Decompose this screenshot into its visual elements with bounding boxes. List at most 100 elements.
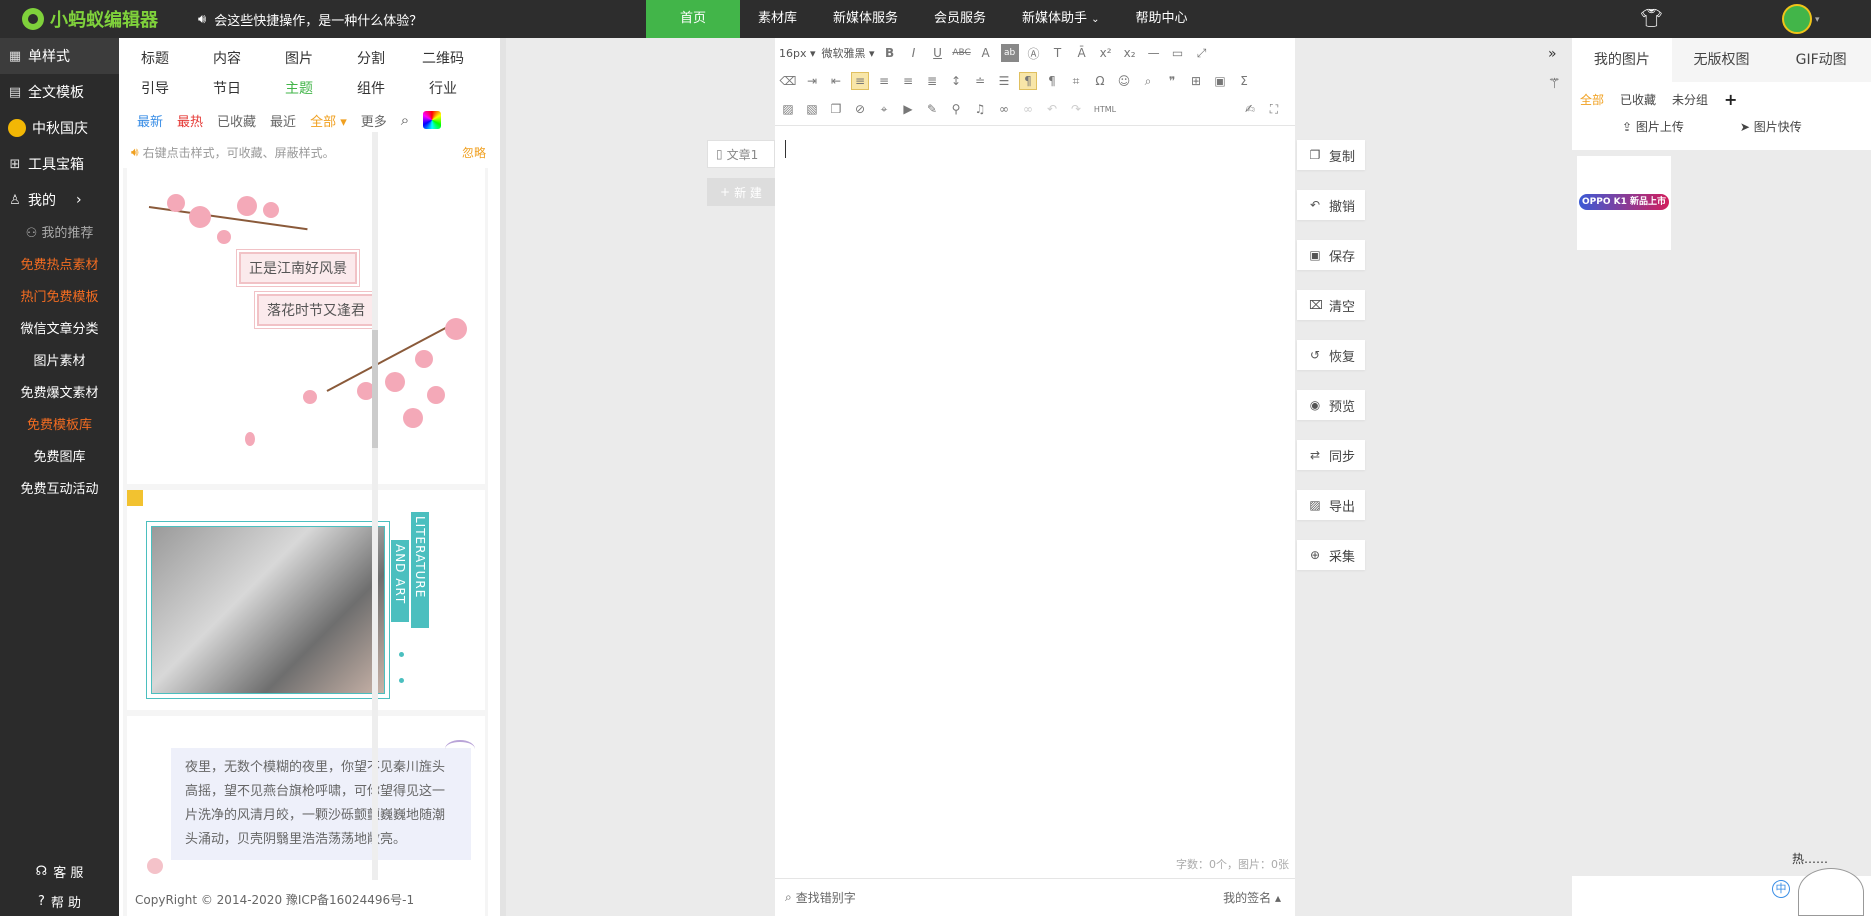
indent-icon[interactable]: ⇥	[803, 72, 821, 90]
sidebar-sub-template-library[interactable]: 免费模板库	[0, 410, 119, 442]
edit-icon[interactable]: ✍	[1241, 100, 1259, 118]
align-justify-icon[interactable]: ≣	[923, 72, 941, 90]
superscript-icon[interactable]: x²	[1097, 44, 1115, 62]
page-icon[interactable]: ▭	[1169, 44, 1187, 62]
filter-all-dropdown[interactable]: 全部 ▾	[310, 111, 347, 130]
paragraph-spacing-icon[interactable]: ≐	[971, 72, 989, 90]
tab-industry[interactable]: 行业	[407, 74, 479, 104]
export-button[interactable]: ▨ 导出	[1297, 490, 1365, 520]
collect-button[interactable]: ⊕ 采集	[1297, 540, 1365, 570]
magic-wand-icon[interactable]: ⚲	[947, 100, 965, 118]
quote-icon[interactable]: ❞	[1163, 72, 1181, 90]
unlink-icon[interactable]: ∞	[1019, 100, 1037, 118]
align-left-icon[interactable]: ≡	[851, 72, 869, 90]
undo-button[interactable]: ↶ 撤销	[1297, 190, 1365, 220]
align-center-icon[interactable]: ≡	[875, 72, 893, 90]
sidebar-sub-free-gallery[interactable]: 免费图库	[0, 442, 119, 474]
nav-help-center[interactable]: 帮助中心	[1117, 0, 1205, 38]
font-style-icon[interactable]: T	[1049, 44, 1067, 62]
magic-wand-icon[interactable]: ⚚	[1548, 76, 1566, 94]
input-method-indicator[interactable]: 中	[1772, 880, 1790, 898]
line-height-icon[interactable]: ↕	[947, 72, 965, 90]
expand-icon[interactable]: ⤢	[1193, 44, 1211, 62]
app-logo[interactable]: 小蚂蚁编辑器	[22, 6, 158, 32]
direction-icon[interactable]: ¶	[1043, 72, 1061, 90]
sync-button[interactable]: ⇄ 同步	[1297, 440, 1365, 470]
filter-favorites[interactable]: 已收藏	[217, 111, 256, 130]
gallery-icon[interactable]: ❐	[827, 100, 845, 118]
image-upload-button[interactable]: ⇪ 图片上传	[1622, 118, 1684, 135]
nav-new-media-service[interactable]: 新媒体服务	[815, 0, 916, 38]
tab-festival[interactable]: 节日	[191, 74, 263, 104]
tab-my-images[interactable]: 我的图片	[1572, 38, 1672, 82]
sidebar-item-mine[interactable]: ♙ 我的 ›	[0, 182, 119, 218]
sidebar-sub-interactive[interactable]: 免费互动活动	[0, 474, 119, 506]
sidebar-sub-wechat-categories[interactable]: 微信文章分类	[0, 314, 119, 346]
notice-bar[interactable]: 🔊︎ 会这些快捷操作，是一种什么体验？	[198, 0, 422, 38]
omega-icon[interactable]: Ω	[1091, 72, 1109, 90]
article-tab[interactable]: ▯ 文章1	[707, 140, 775, 168]
scrollbar-thumb[interactable]	[372, 330, 378, 448]
border-icon[interactable]: Ⓐ	[1025, 44, 1043, 62]
html-icon[interactable]: HTML	[1091, 100, 1119, 118]
customer-service-button[interactable]: ☊ 客 服	[0, 856, 119, 886]
outdent-icon[interactable]: ⇤	[827, 72, 845, 90]
sidebar-item-toolbox[interactable]: ⊞ 工具宝箱	[0, 146, 119, 182]
sidebar-item-festival[interactable]: 中秋国庆	[0, 110, 119, 146]
music-icon[interactable]: ♫	[971, 100, 989, 118]
tab-image[interactable]: 图片	[263, 44, 335, 74]
collapse-icon[interactable]: »	[1548, 46, 1566, 64]
filter-hottest[interactable]: 最热	[177, 111, 203, 130]
sidebar-sub-hot-templates[interactable]: 热门免费模板	[0, 282, 119, 314]
italic-icon[interactable]: I	[905, 44, 923, 62]
fullscreen-icon[interactable]: ⛶	[1265, 100, 1283, 118]
crop-icon[interactable]: ⊘	[851, 100, 869, 118]
nav-home[interactable]: 首页	[646, 0, 740, 38]
ignore-link[interactable]: 忽略	[462, 144, 486, 161]
background-color-icon[interactable]: ab	[1000, 44, 1019, 62]
filter-more[interactable]: 更多	[361, 111, 387, 130]
help-button[interactable]: ? 帮 助	[0, 886, 119, 916]
horizontal-rule-icon[interactable]: —	[1145, 44, 1163, 62]
image-quick-transfer-button[interactable]: ➤ 图片快传	[1740, 118, 1802, 135]
tab-divider[interactable]: 分割	[335, 44, 407, 74]
style-card-poem[interactable]: 夜里，无数个模糊的夜里，你望不见秦川旌头高摇，望不见燕台旗枪呼啸，可你望得见这一…	[127, 716, 485, 916]
undo-icon[interactable]: ↶	[1043, 100, 1061, 118]
image-filter-favorites[interactable]: 已收藏	[1620, 91, 1656, 108]
sidebar-item-full-template[interactable]: ▤ 全文模板	[0, 74, 119, 110]
restore-button[interactable]: ↺ 恢复	[1297, 340, 1365, 370]
my-signature-button[interactable]: 我的签名 ▴	[1223, 889, 1281, 906]
multi-image-icon[interactable]: ▧	[803, 100, 821, 118]
paragraph-icon[interactable]: ¶	[1019, 72, 1037, 90]
find-icon[interactable]: ⌕	[1139, 72, 1157, 90]
strikethrough-icon[interactable]: ABC	[952, 44, 970, 62]
image-filter-all[interactable]: 全部	[1580, 91, 1604, 108]
nav-materials[interactable]: 素材库	[740, 0, 815, 38]
sidebar-sub-image-materials[interactable]: 图片素材	[0, 346, 119, 378]
save-button[interactable]: ▣ 保存	[1297, 240, 1365, 270]
color-picker-icon[interactable]	[423, 111, 442, 129]
copy-button[interactable]: ❐ 复制	[1297, 140, 1365, 170]
image-thumbnail[interactable]: OPPO K1 新品上市	[1577, 156, 1671, 250]
find-typos-button[interactable]: ⌕ 查找错别字	[785, 889, 856, 906]
style-card-literature[interactable]: LITERATURE AND ART	[127, 490, 485, 710]
tab-free-images[interactable]: 无版权图	[1672, 38, 1772, 82]
tab-component[interactable]: 组件	[335, 74, 407, 104]
format-icon[interactable]: ⌗	[1067, 72, 1085, 90]
style-card-blossom[interactable]: 正是江南好风景 落花时节又逢君	[127, 168, 485, 484]
shirt-icon[interactable]: 👕︎	[1640, 9, 1663, 29]
align-right-icon[interactable]: ≡	[899, 72, 917, 90]
font-size-select[interactable]: 16px ▾	[779, 47, 816, 60]
redo-icon[interactable]: ↷	[1067, 100, 1085, 118]
nav-member-service[interactable]: 会员服务	[916, 0, 1004, 38]
list-icon[interactable]: ☰	[995, 72, 1013, 90]
link-icon[interactable]: ∞	[995, 100, 1013, 118]
emoji-icon[interactable]: ☺	[1115, 72, 1133, 90]
eraser-icon[interactable]: ⌫	[779, 72, 797, 90]
map-icon[interactable]: ⌖	[875, 100, 893, 118]
sidebar-sub-hot-materials[interactable]: 免费热点素材	[0, 250, 119, 282]
table-icon[interactable]: ⊞	[1187, 72, 1205, 90]
tab-gif[interactable]: GIF动图	[1771, 38, 1871, 82]
add-group-icon[interactable]: +	[1724, 90, 1737, 109]
preview-button[interactable]: ◉ 预览	[1297, 390, 1365, 420]
